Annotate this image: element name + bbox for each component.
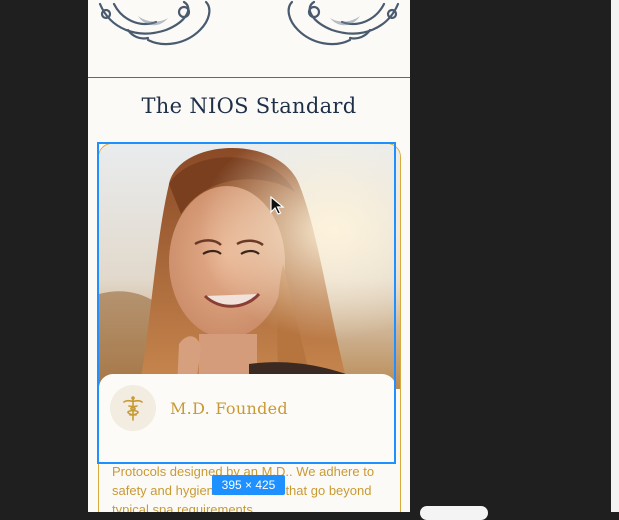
caduceus-icon xyxy=(123,396,143,421)
section-divider xyxy=(88,77,410,78)
section-title: The NIOS Standard xyxy=(141,94,357,118)
founder-badge-panel: M.D. Founded xyxy=(99,374,396,466)
ornament-flourish xyxy=(98,0,400,46)
mouse-cursor-icon xyxy=(270,196,285,215)
selection-size-badge: 395 × 425 xyxy=(212,475,285,495)
scrollbar-track[interactable] xyxy=(611,0,619,512)
badge-circle xyxy=(110,385,156,431)
feature-card[interactable]: M.D. Founded Protocols designed by an M.… xyxy=(98,143,401,512)
founder-label: M.D. Founded xyxy=(170,399,288,418)
mobile-preview: The NIOS Standard M.D. Founded Protocols… xyxy=(88,0,410,512)
founder-photo xyxy=(99,144,400,389)
bottom-toolbar-pill[interactable] xyxy=(420,506,488,520)
